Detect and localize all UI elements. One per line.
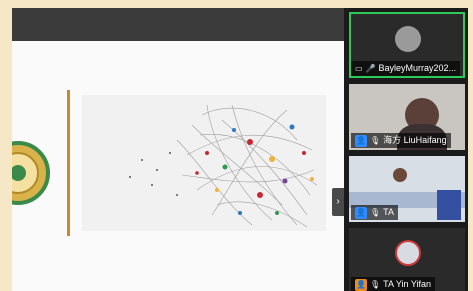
screen-share-icon: ▭ bbox=[355, 63, 363, 73]
participant-nameplate: 👤 🎙 海方 LiuHaifang bbox=[351, 133, 451, 148]
participant-name: BayleyMurray202... bbox=[378, 63, 457, 73]
emblem-icon bbox=[12, 141, 50, 205]
participant-tile-1[interactable]: ▭ 🎤 BayleyMurray202... bbox=[349, 12, 465, 78]
slide-divider bbox=[67, 90, 70, 236]
collapse-panel-button[interactable]: › bbox=[332, 188, 344, 216]
presentation-slide bbox=[12, 41, 344, 291]
participant-tile-4[interactable]: 👤 🎙 TA Yin Yifan bbox=[349, 228, 465, 291]
participant-name: 海方 LiuHaifang bbox=[383, 135, 447, 145]
microphone-muted-icon: 🎙 bbox=[370, 207, 381, 217]
microphone-muted-icon: 🎙 bbox=[370, 135, 381, 145]
host-badge-icon: 👤 bbox=[355, 206, 367, 219]
participant-name: TA Yin Yifan bbox=[383, 279, 432, 289]
host-badge-icon: 👤 bbox=[355, 278, 367, 291]
classroom-chair bbox=[437, 190, 461, 220]
participant-nameplate: 👤 🎙 TA bbox=[351, 205, 398, 220]
microphone-muted-icon: 🎙 bbox=[370, 279, 381, 289]
network-graphic bbox=[82, 95, 326, 231]
microphone-icon: 🎤 bbox=[365, 63, 376, 73]
host-badge-icon: 👤 bbox=[355, 134, 367, 147]
participant-nameplate: ▭ 🎤 BayleyMurray202... bbox=[351, 61, 461, 76]
shared-screen bbox=[12, 8, 344, 291]
shared-screen-header bbox=[12, 8, 344, 41]
participant-nameplate: 👤 🎙 TA Yin Yifan bbox=[351, 277, 436, 291]
meeting-window: › ▭ 🎤 BayleyMurray202... 👤 🎙 海方 LiuHaifa… bbox=[0, 0, 473, 291]
participants-panel: ▭ 🎤 BayleyMurray202... 👤 🎙 海方 LiuHaifang… bbox=[344, 8, 468, 291]
video-person bbox=[393, 168, 407, 182]
avatar bbox=[395, 240, 421, 266]
participant-tile-3[interactable]: 👤 🎙 TA bbox=[349, 156, 465, 222]
participant-name: TA bbox=[383, 207, 394, 217]
participant-tile-2[interactable]: 👤 🎙 海方 LiuHaifang bbox=[349, 84, 465, 150]
avatar bbox=[395, 26, 421, 52]
